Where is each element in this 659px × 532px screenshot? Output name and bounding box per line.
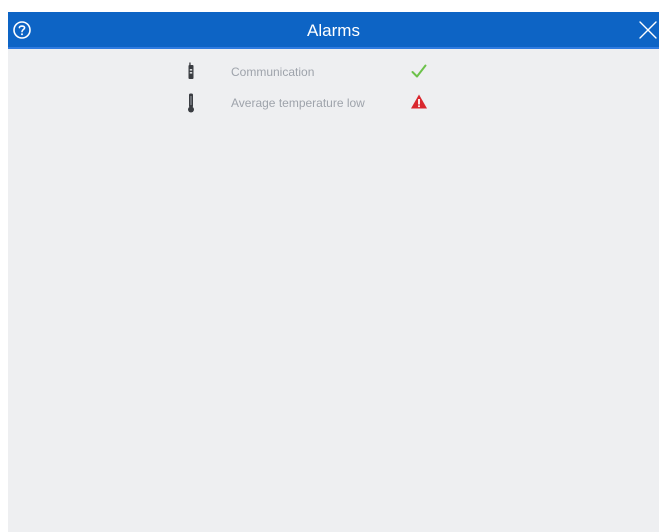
dialog-title: Alarms: [307, 21, 360, 40]
dialog-header: Alarms: [8, 12, 659, 49]
warning-triangle-icon: [411, 94, 427, 109]
thermometer-icon: [188, 93, 194, 113]
checkmark-icon: [411, 64, 427, 78]
alarm-label: Communication: [231, 65, 315, 79]
alarm-label: Average temperature low: [231, 96, 365, 110]
alarm-row-average-temperature-low[interactable]: Average temperature low: [8, 91, 659, 117]
alarm-row-communication[interactable]: Communication: [8, 60, 659, 86]
close-icon: [639, 21, 657, 39]
close-button[interactable]: [637, 19, 659, 41]
communication-device-icon: [188, 62, 194, 79]
alarms-dialog: Alarms Communication Average temperature…: [8, 12, 659, 532]
